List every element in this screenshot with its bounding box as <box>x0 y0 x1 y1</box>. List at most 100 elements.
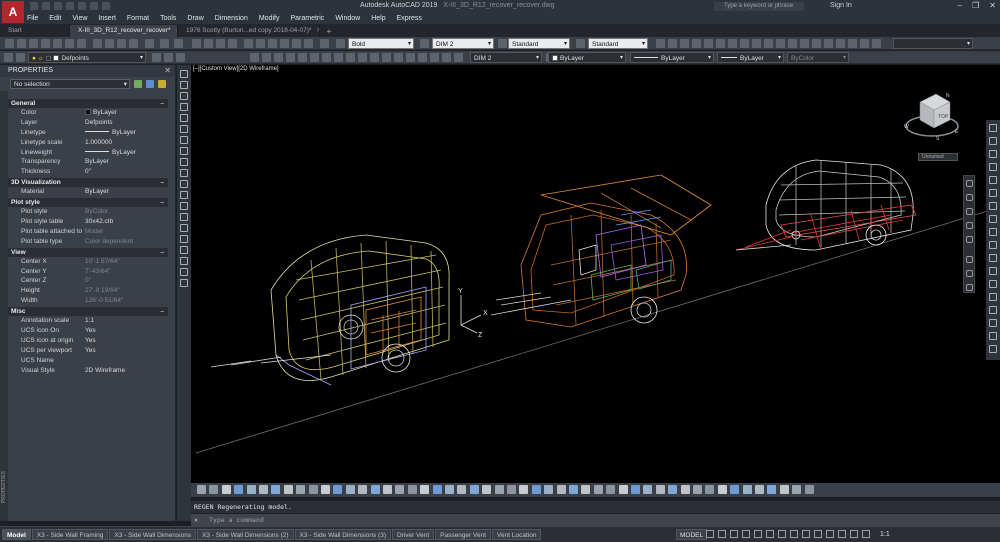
dim-style-dropdown-2[interactable]: DIM 2 <box>470 52 542 63</box>
plot-icon[interactable] <box>41 39 50 48</box>
save-icon[interactable] <box>29 39 38 48</box>
dimension-icon[interactable] <box>704 39 713 48</box>
tool-palettes-icon[interactable] <box>268 39 277 48</box>
layout-tab[interactable]: Model <box>2 529 31 540</box>
dimension-icon[interactable] <box>776 39 785 48</box>
dimension-icon[interactable] <box>716 39 725 48</box>
2d-draw-icon[interactable] <box>286 53 295 62</box>
new-icon[interactable] <box>5 39 14 48</box>
dimension-icon[interactable] <box>656 39 665 48</box>
section-header[interactable]: View <box>8 247 168 257</box>
properties-icon[interactable] <box>244 39 253 48</box>
design-center-icon[interactable] <box>256 39 265 48</box>
save-icon[interactable] <box>54 2 62 10</box>
modeling-tool-icon[interactable] <box>246 485 256 494</box>
modeling-tool-icon[interactable] <box>420 485 430 494</box>
2d-draw-icon[interactable] <box>310 53 319 62</box>
minimize-button[interactable]: – <box>958 1 962 10</box>
doc-tab-active-drawing[interactable]: X-III_3D_R12_recover_recover*✕ <box>70 25 178 37</box>
menu-format[interactable]: Format <box>127 15 149 22</box>
layout-tab[interactable]: Vent Location <box>492 529 542 540</box>
property-row[interactable]: Plot table attached to Model <box>8 227 168 237</box>
3d-dwf-icon[interactable] <box>77 39 86 48</box>
modeling-tool-icon[interactable] <box>296 485 306 494</box>
lineweight-icon[interactable] <box>790 530 798 538</box>
modeling-tool-icon[interactable] <box>680 485 690 494</box>
modeling-tool-icon[interactable] <box>779 485 789 494</box>
gradient-icon[interactable] <box>180 235 188 243</box>
layer-walk-icon[interactable] <box>176 53 185 62</box>
modify-tool-icon[interactable] <box>989 293 997 301</box>
table-icon[interactable] <box>180 257 188 265</box>
dim-style-dropdown[interactable]: DIM 2 <box>432 38 494 49</box>
modify-tool-icon[interactable] <box>989 254 997 262</box>
modeling-tool-icon[interactable] <box>668 485 678 494</box>
multileader-style-icon[interactable] <box>576 39 585 48</box>
2d-draw-icon[interactable] <box>394 53 403 62</box>
modeling-tool-icon[interactable] <box>693 485 702 494</box>
ellipse-arc-icon[interactable] <box>180 180 188 188</box>
modeling-tool-icon[interactable] <box>234 485 244 494</box>
undo-icon[interactable] <box>160 39 169 48</box>
modify-tool-icon[interactable] <box>989 215 997 223</box>
modeling-tool-icon[interactable] <box>717 485 727 494</box>
modeling-tool-icon[interactable] <box>730 485 740 494</box>
search-input[interactable]: Type a keyword or phrase <box>714 2 804 11</box>
publish-icon[interactable] <box>65 39 74 48</box>
menu-file[interactable]: File <box>27 15 38 22</box>
modeling-tool-icon[interactable] <box>606 485 616 494</box>
section-header[interactable]: General <box>8 99 168 108</box>
table-style-icon[interactable] <box>498 39 507 48</box>
modeling-tool-icon[interactable] <box>755 485 764 494</box>
dimension-icon[interactable] <box>788 39 797 48</box>
doc-tab-start[interactable]: Start <box>0 25 70 37</box>
modeling-tool-icon[interactable] <box>197 485 206 494</box>
line-icon[interactable] <box>180 70 188 78</box>
dimension-icon[interactable] <box>824 39 833 48</box>
property-row[interactable]: Annotation scale 1:1 <box>8 316 168 326</box>
open-icon[interactable] <box>17 39 26 48</box>
modeling-tool-icon[interactable] <box>631 485 640 494</box>
modeling-tool-icon[interactable] <box>556 485 566 494</box>
modeling-tool-icon[interactable] <box>507 485 516 494</box>
linetype-dropdown[interactable]: ByLayer <box>630 52 714 63</box>
modeling-tool-icon[interactable] <box>308 485 318 494</box>
close-icon[interactable]: ✕ <box>316 27 319 34</box>
property-row[interactable]: UCS icon On Yes <box>8 326 168 336</box>
menu-modify[interactable]: Modify <box>259 15 280 22</box>
2d-draw-icon[interactable] <box>346 53 355 62</box>
modeling-tool-icon[interactable] <box>271 485 281 494</box>
modeling-tool-icon[interactable] <box>569 485 578 494</box>
menu-insert[interactable]: Insert <box>98 15 116 22</box>
transparency-icon[interactable] <box>802 530 810 538</box>
dimension-icon[interactable] <box>752 39 761 48</box>
property-row[interactable]: Material ByLayer <box>8 187 168 197</box>
dimension-icon[interactable] <box>836 39 845 48</box>
isodraft-icon[interactable] <box>754 530 762 538</box>
layer-dropdown[interactable]: ● ☼ ▢ Defpoints <box>28 52 146 63</box>
modify-tool-icon[interactable] <box>989 267 997 275</box>
restore-button[interactable]: ❐ <box>972 1 979 10</box>
navbar-tool-icon[interactable] <box>966 256 973 263</box>
modeling-tool-icon[interactable] <box>531 485 541 494</box>
osnap-tracking-icon[interactable] <box>766 530 774 538</box>
modeling-tool-icon[interactable] <box>457 485 467 494</box>
menu-draw[interactable]: Draw <box>187 15 203 22</box>
sheet-set-icon[interactable] <box>280 39 289 48</box>
modeling-tool-icon[interactable] <box>445 485 454 494</box>
application-menu-button[interactable]: A <box>2 1 24 23</box>
modeling-tool-icon[interactable] <box>395 485 405 494</box>
ortho-icon[interactable] <box>730 530 738 538</box>
2d-draw-icon[interactable] <box>382 53 391 62</box>
layer-state-icon[interactable] <box>16 53 25 62</box>
modeling-tool-icon[interactable] <box>259 485 268 494</box>
zoom-realtime-icon[interactable] <box>204 39 213 48</box>
modeling-tool-icon[interactable] <box>643 485 653 494</box>
2d-draw-icon[interactable] <box>442 53 451 62</box>
named-view-dropdown[interactable]: Unnamed <box>918 153 958 161</box>
modeling-tool-icon[interactable] <box>407 485 417 494</box>
dimension-icon[interactable] <box>680 39 689 48</box>
property-row[interactable]: Plot style table 30x42.ctb <box>8 217 168 227</box>
color-dropdown[interactable]: ByLayer <box>548 52 626 63</box>
property-row[interactable]: UCS icon at origin Yes <box>8 336 168 346</box>
